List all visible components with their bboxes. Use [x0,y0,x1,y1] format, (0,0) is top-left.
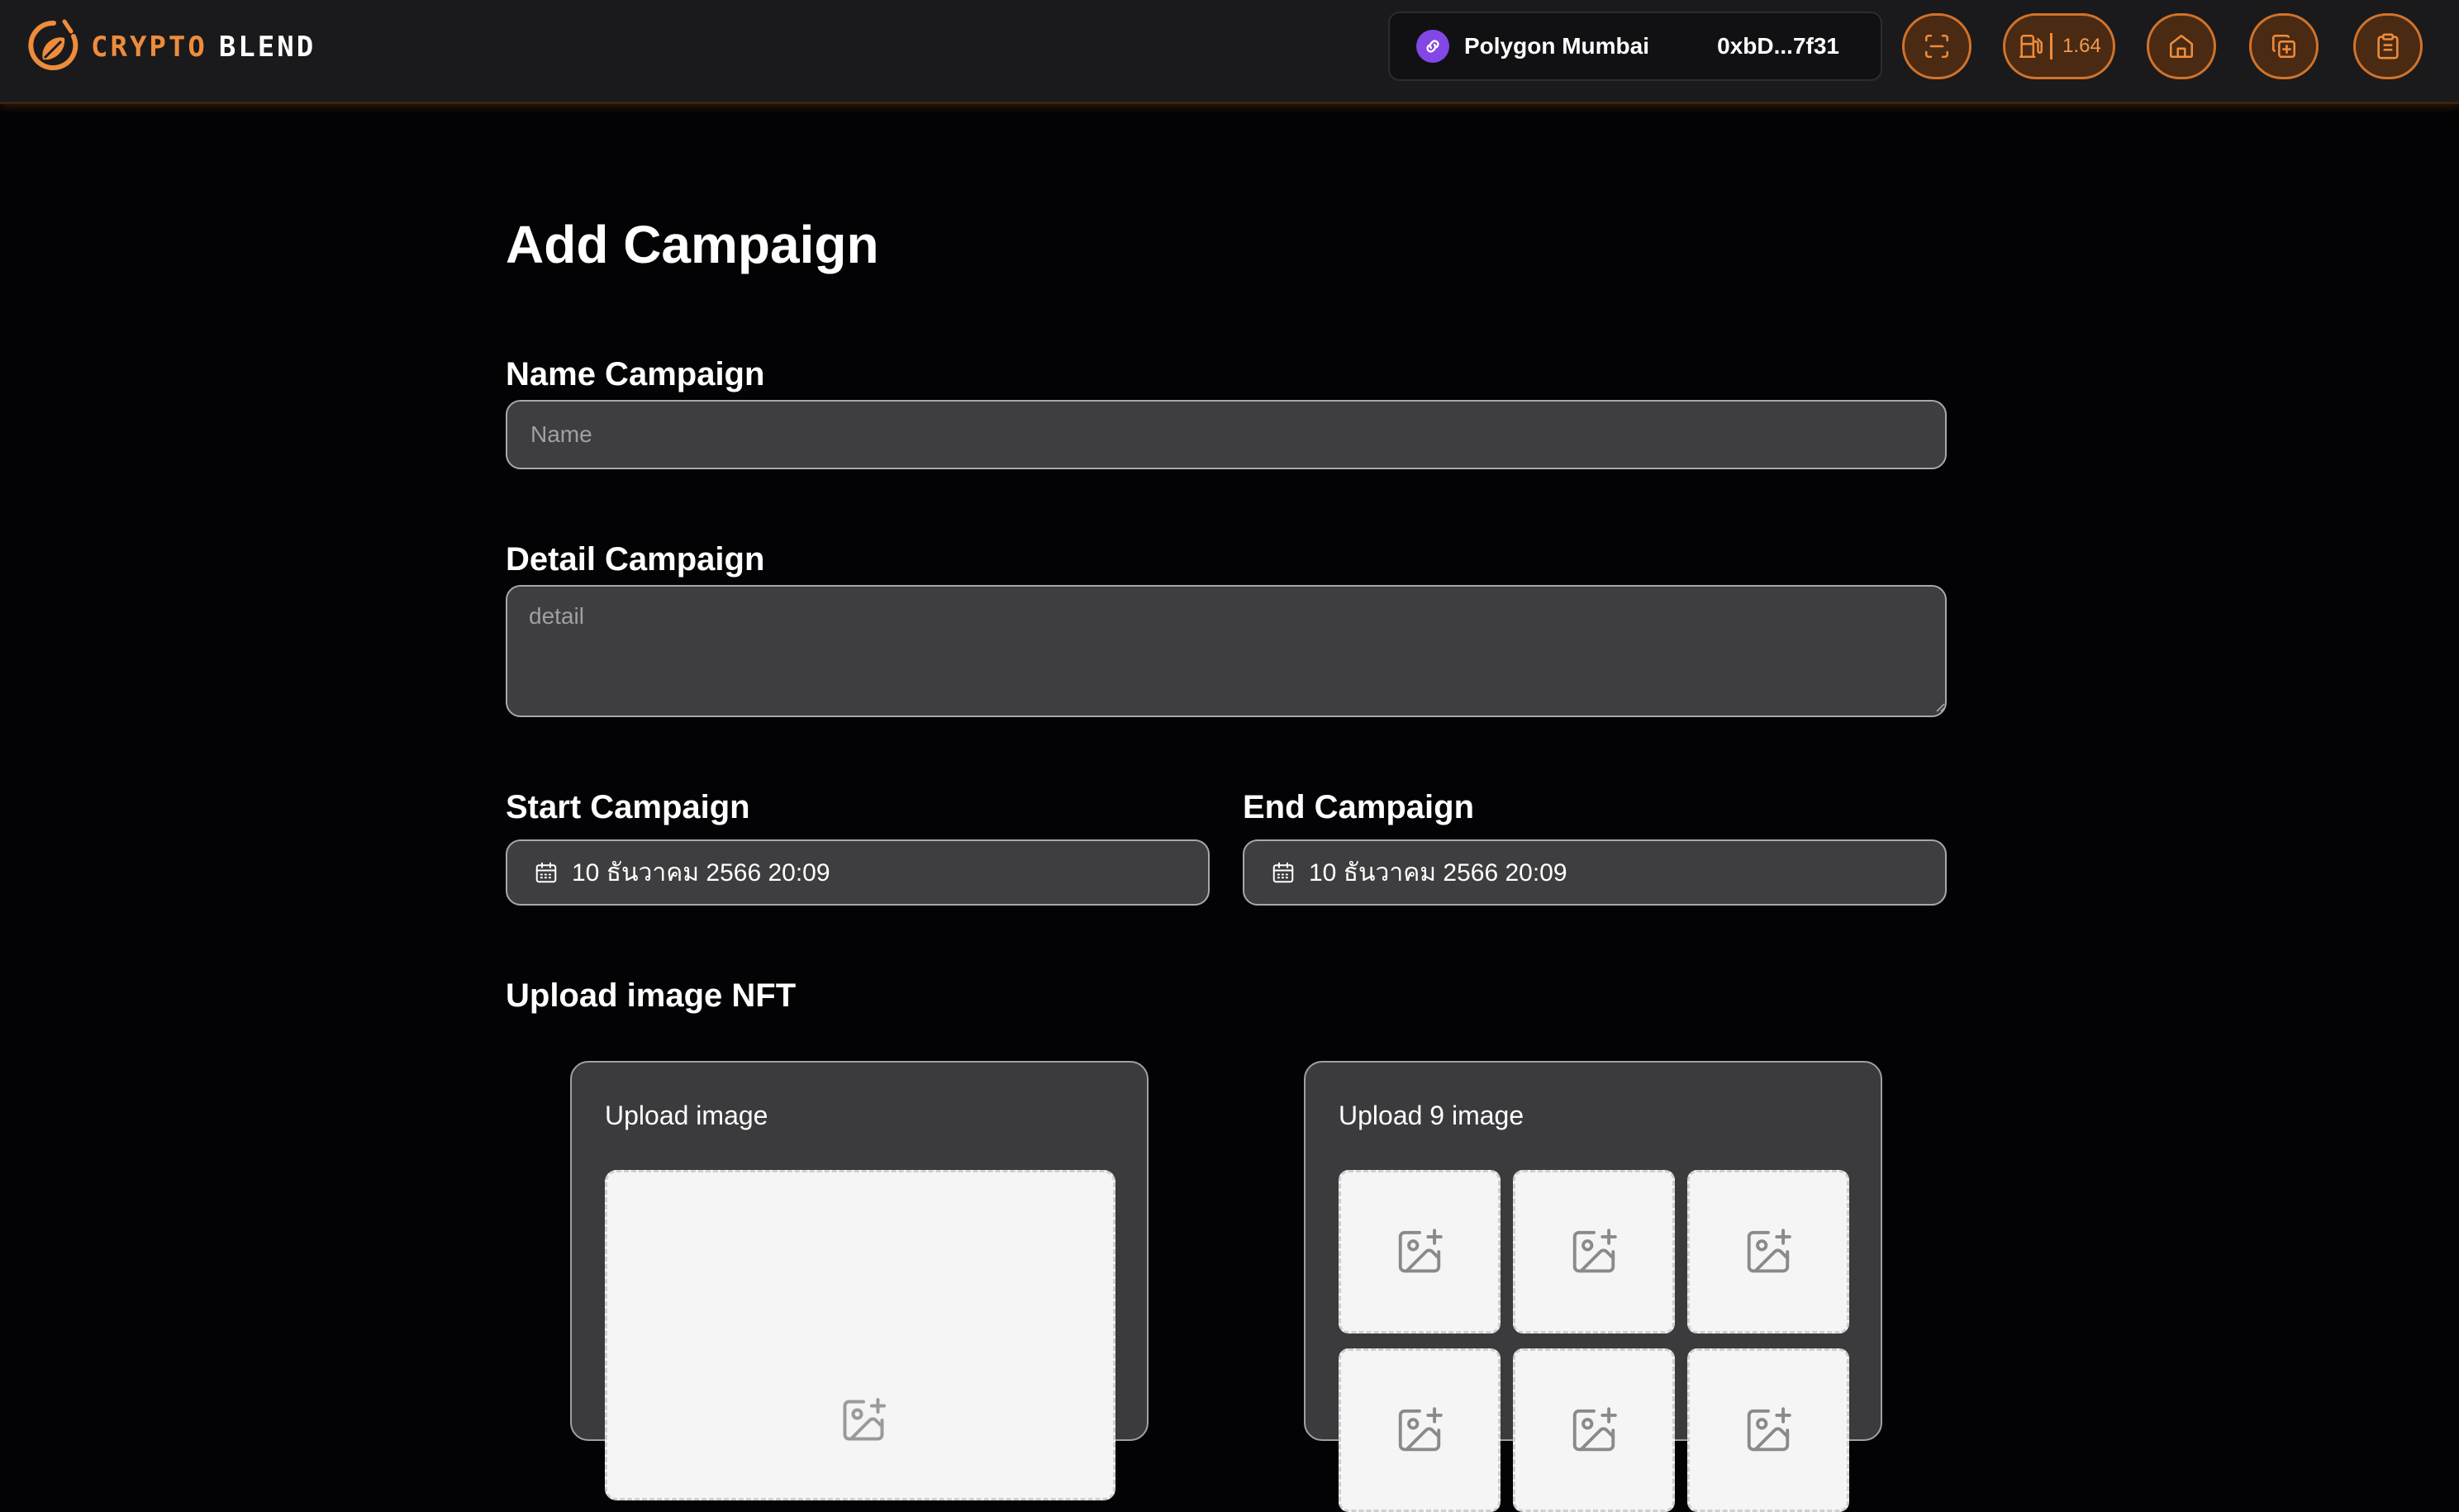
end-campaign-value: 10 ธันวาคม 2566 20:09 [1309,858,1567,887]
end-campaign-datepicker[interactable]: 10 ธันวาคม 2566 20:09 [1243,839,1947,906]
upload-image-nft-label: Upload image NFT [506,977,797,1014]
start-campaign-datepicker[interactable]: 10 ธันวาคม 2566 20:09 [506,839,1210,906]
image-tile-2[interactable] [1513,1170,1675,1334]
copy-plus-icon [2271,34,2296,59]
network-wallet-selector[interactable]: Polygon Mumbai 0xbD...7f31 [1388,12,1882,81]
logo-text-crypto: CRYPTO [91,31,207,64]
end-campaign-label: End Campaign [1243,789,1475,825]
multi-upload-card: Upload 9 image [1304,1061,1882,1512]
calendar-icon [535,862,557,883]
image-plus-icon [1572,1407,1617,1452]
single-image-dropzone[interactable] [605,1170,1115,1500]
start-campaign-label: Start Campaign [506,789,750,825]
gas-button[interactable]: 1.64 [2003,13,2115,79]
scan-icon [1924,34,1949,59]
name-campaign-label: Name Campaign [506,356,765,392]
image-tile-4[interactable] [1339,1348,1501,1512]
image-plus-icon [1398,1407,1443,1452]
add-campaign-button[interactable] [2249,13,2319,79]
wallet-address[interactable]: 0xbD...7f31 [1717,33,1839,59]
upload-nine-image-label: Upload 9 image [1339,1101,1524,1130]
scan-button[interactable] [1902,13,1971,79]
gas-divider [2050,33,2053,59]
calendar-icon [1272,862,1294,883]
page-title: Add Campaign [506,215,879,274]
image-tile-5[interactable] [1513,1348,1675,1512]
image-tile-6[interactable] [1687,1348,1849,1512]
upload-image-label: Upload image [605,1101,768,1130]
detail-campaign-textarea[interactable] [506,585,1947,717]
image-plus-icon [1747,1229,1791,1273]
home-icon [2169,34,2194,59]
image-plus-icon [1398,1229,1443,1273]
home-button[interactable] [2147,13,2216,79]
image-tile-1[interactable] [1339,1170,1501,1334]
image-plus-icon [1572,1229,1617,1273]
polygon-link-icon [1416,30,1449,63]
app-logo[interactable]: CRYPTO BLEND [28,18,316,76]
crypto-blend-logo-icon [28,19,78,70]
start-campaign-value: 10 ธันวาคม 2566 20:09 [572,858,830,887]
name-campaign-input[interactable] [506,400,1947,469]
image-tile-3[interactable] [1687,1170,1849,1334]
fuel-pump-icon [2019,34,2043,59]
network-name: Polygon Mumbai [1464,33,1649,59]
top-navigation-bar: CRYPTO BLEND Polygon Mumbai 0xbD...7f31 … [0,0,2459,104]
gas-price-value: 1.64 [2062,35,2101,57]
image-plus-icon [843,1398,886,1441]
image-plus-icon [1747,1407,1791,1452]
clipboard-icon [2377,33,2399,59]
single-upload-card: Upload image [570,1061,1149,1500]
logo-wordmark: CRYPTO BLEND [91,31,316,64]
logo-text-blend: BLEND [218,31,316,64]
detail-campaign-label: Detail Campaign [506,541,765,578]
clipboard-button[interactable] [2353,13,2423,79]
